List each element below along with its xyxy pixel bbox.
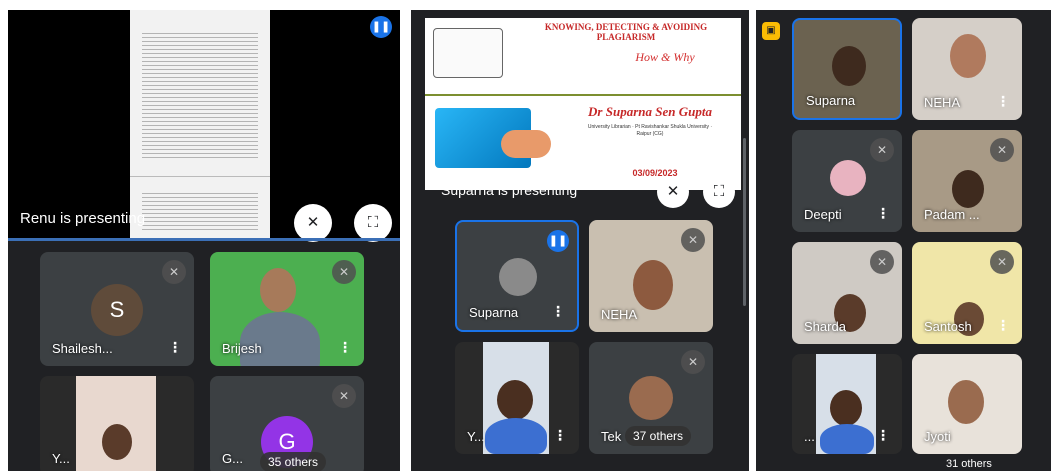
mic-off-icon[interactable]: ✕ xyxy=(294,204,332,242)
avatar xyxy=(830,160,866,196)
participant-name: Shailesh... xyxy=(52,341,113,356)
participant-tile-unnamed[interactable]: ... ⋮ xyxy=(792,354,902,454)
participant-name: Brijesh xyxy=(222,341,262,356)
scrollbar[interactable] xyxy=(743,138,746,306)
mic-off-icon: ✕ xyxy=(990,138,1014,162)
participant-name: Y... xyxy=(467,429,485,444)
sketch-illustration xyxy=(433,28,503,78)
participant-tile-sharda[interactable]: ✕ Sharda xyxy=(792,242,902,344)
more-options-icon[interactable]: ⋮ xyxy=(876,427,890,444)
participant-tile-suparna[interactable]: Suparna xyxy=(792,18,902,120)
participant-name: Tek xyxy=(601,429,622,444)
slide-subtitle: How & Why xyxy=(635,50,695,64)
presenting-icon[interactable]: ▣ xyxy=(762,22,780,40)
participant-name: G... xyxy=(222,451,243,466)
participant-tile-deepti[interactable]: ✕ Deepti ⋮ xyxy=(792,130,902,232)
shared-slide[interactable]: KNOWING, DETECTING & AVOIDING PLAGIARISM… xyxy=(425,18,741,190)
participant-video xyxy=(633,260,673,310)
slide-author: Dr Suparna Sen Gupta xyxy=(588,104,712,119)
mic-off-icon: ✕ xyxy=(162,260,186,284)
presenting-label: Renu is presenting xyxy=(20,210,146,227)
participant-video xyxy=(948,380,984,424)
participant-tile-neha[interactable]: ✕ NEHA xyxy=(589,220,713,332)
fullscreen-icon[interactable]: ⛶ xyxy=(703,176,735,208)
mic-off-icon: ✕ xyxy=(332,384,356,408)
participant-video xyxy=(260,268,296,312)
mic-off-icon: ✕ xyxy=(681,350,705,374)
others-count[interactable]: 37 others xyxy=(625,426,692,446)
right-meeting-panel: ▣ Suparna NEHA ⋮ ✕ Deepti ⋮ ✕ Padam ... … xyxy=(756,10,1051,471)
participant-name: Padam ... xyxy=(924,207,980,222)
more-options-icon[interactable]: ⋮ xyxy=(338,339,352,356)
mic-off-icon: ✕ xyxy=(681,228,705,252)
speaking-indicator-icon: ❚❚ xyxy=(547,230,569,252)
participant-name: Jyoti xyxy=(924,429,951,444)
middle-meeting-panel: KNOWING, DETECTING & AVOIDING PLAGIARISM… xyxy=(411,10,749,471)
slide-affiliation: University Librarian · Pt Ravishankar Sh… xyxy=(587,124,713,137)
participant-tile-shailesh[interactable]: ✕ S Shailesh... ⋮ xyxy=(40,252,194,366)
more-options-icon[interactable]: ⋮ xyxy=(168,339,182,356)
participant-video xyxy=(497,380,533,420)
shared-screen[interactable]: ❚❚ Renu is presenting ✕ ⛶ xyxy=(8,10,400,242)
participant-name: Sharda xyxy=(804,319,846,334)
participant-tile-tek[interactable]: ✕ Tek 37 others xyxy=(589,342,713,454)
more-options-icon[interactable]: ⋮ xyxy=(553,427,567,444)
participant-name: Suparna xyxy=(469,305,519,320)
participant-video xyxy=(832,46,866,86)
avatar: S xyxy=(91,284,143,336)
participant-name: NEHA xyxy=(924,95,961,110)
participant-video xyxy=(830,390,862,426)
participant-tile-y[interactable]: Y... xyxy=(40,376,194,471)
mic-off-icon[interactable]: ✕ xyxy=(657,176,689,208)
mic-off-icon: ✕ xyxy=(870,138,894,162)
participant-name: NEHA xyxy=(601,307,638,322)
participant-tile-santosh[interactable]: ✕ Santosh ⋮ xyxy=(912,242,1022,344)
slide-title: KNOWING, DETECTING & AVOIDING PLAGIARISM xyxy=(544,22,708,42)
mic-off-icon: ✕ xyxy=(990,250,1014,274)
participant-tile-brijesh[interactable]: ✕ Brijesh ⋮ xyxy=(210,252,364,366)
participant-tile-y[interactable]: Y... ⋮ xyxy=(455,342,579,454)
more-options-icon[interactable]: ⋮ xyxy=(551,303,565,320)
speaking-indicator-icon: ❚❚ xyxy=(370,16,392,38)
others-count[interactable]: 35 others xyxy=(260,452,327,471)
avatar xyxy=(629,376,673,420)
participant-video xyxy=(950,34,986,78)
others-count[interactable]: 31 others xyxy=(946,458,992,470)
participant-name: Santosh xyxy=(924,319,972,334)
participant-name: Suparna xyxy=(806,93,856,108)
slide-divider xyxy=(425,94,741,96)
more-options-icon[interactable]: ⋮ xyxy=(996,93,1010,110)
mic-off-icon: ✕ xyxy=(870,250,894,274)
participant-name: Y... xyxy=(52,451,70,466)
participant-tile-neha[interactable]: NEHA ⋮ xyxy=(912,18,1022,120)
more-options-icon[interactable]: ⋮ xyxy=(996,317,1010,334)
participant-tile-padam[interactable]: ✕ Padam ... xyxy=(912,130,1022,232)
shared-document xyxy=(130,10,270,238)
participant-name: Deepti xyxy=(804,207,842,222)
slide-date: 03/09/2023 xyxy=(632,168,678,178)
avatar xyxy=(499,258,537,296)
left-meeting-panel: ❚❚ Renu is presenting ✕ ⛶ ✕ S Shailesh..… xyxy=(8,10,400,471)
presentation-divider xyxy=(8,238,400,241)
participant-video xyxy=(952,170,984,208)
participant-video xyxy=(102,424,132,460)
participant-tile-jyoti[interactable]: Jyoti xyxy=(912,354,1022,454)
participant-tile-suparna[interactable]: ❚❚ Suparna ⋮ xyxy=(455,220,579,332)
mic-off-icon: ✕ xyxy=(332,260,356,284)
fullscreen-icon[interactable]: ⛶ xyxy=(354,204,392,242)
presenting-label: Suparna is presenting xyxy=(441,182,578,198)
participant-name: ... xyxy=(804,429,815,444)
participant-tile-g[interactable]: ✕ G G... 35 others xyxy=(210,376,364,471)
more-options-icon[interactable]: ⋮ xyxy=(876,205,890,222)
